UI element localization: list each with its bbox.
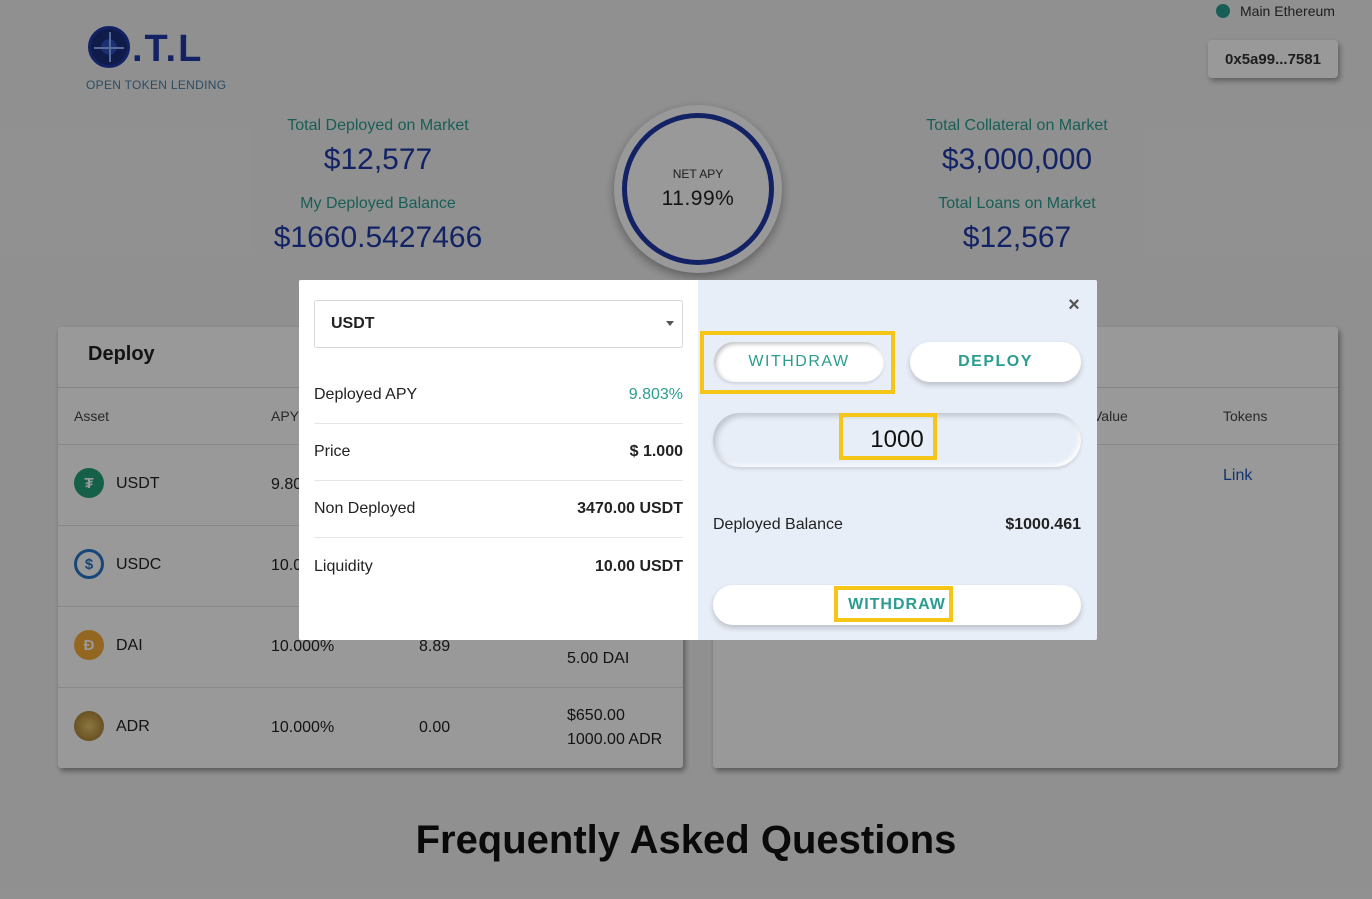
highlight-box xyxy=(834,586,953,622)
close-icon[interactable]: × xyxy=(1065,295,1083,315)
modal-asset-panel: USDT Deployed APY 9.803% Price $ 1.000 N… xyxy=(299,280,698,640)
tab-deploy[interactable]: DEPLOY xyxy=(910,342,1081,382)
highlight-box xyxy=(700,331,895,394)
info-value: 10.00 USDT xyxy=(594,557,683,575)
info-row-liquidity: Liquidity 10.00 USDT xyxy=(314,538,683,595)
deployed-balance-row: Deployed Balance $1000.461 xyxy=(713,516,1081,534)
deploy-withdraw-modal: USDT Deployed APY 9.803% Price $ 1.000 N… xyxy=(299,280,1097,640)
info-value: $ 1.000 xyxy=(629,443,683,460)
info-row-price: Price $ 1.000 xyxy=(314,424,683,481)
info-row-deployed-apy: Deployed APY 9.803% xyxy=(314,367,683,424)
asset-select-value: USDT xyxy=(331,315,375,332)
info-value: 3470.00 USDT xyxy=(577,500,683,517)
info-label: Deployed APY xyxy=(314,386,418,403)
deployed-balance-value: $1000.461 xyxy=(1005,516,1081,533)
highlight-box xyxy=(839,413,937,460)
info-row-non-deployed: Non Deployed 3470.00 USDT xyxy=(314,481,683,538)
modal-action-panel: × WITHDRAW DEPLOY 1000 Deployed Balance … xyxy=(698,280,1097,640)
deployed-balance-label: Deployed Balance xyxy=(713,516,843,533)
info-label: Price xyxy=(314,443,351,460)
info-value: 9.803% xyxy=(628,386,683,403)
info-label: Liquidity xyxy=(314,557,373,575)
info-label: Non Deployed xyxy=(314,500,416,517)
asset-select[interactable]: USDT xyxy=(314,300,683,348)
chevron-down-icon xyxy=(666,321,674,326)
